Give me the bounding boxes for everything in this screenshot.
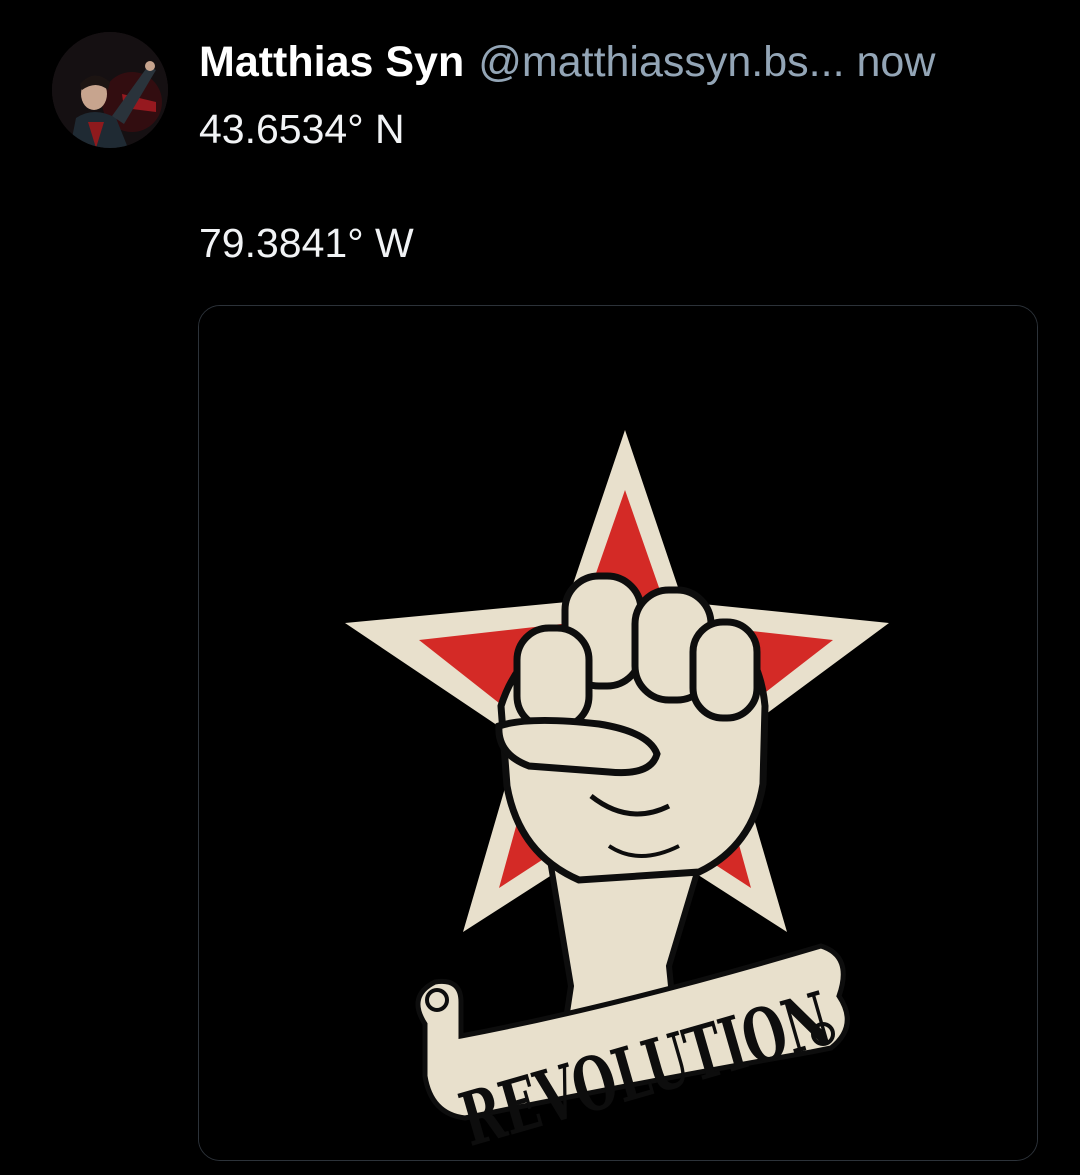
post-text-line: 79.3841° W [199,220,414,266]
author-avatar[interactable] [52,32,168,148]
fist-finger [689,618,761,722]
raised-fist-star-image: REVOLUTION [199,306,1037,1160]
avatar-image [52,32,168,148]
post-image[interactable]: REVOLUTION [198,305,1038,1161]
author-display-name[interactable]: Matthias Syn [199,36,464,88]
fist-finger [513,624,593,732]
post-header: Matthias Syn @matthiassyn.bs... now [199,36,935,88]
post-timestamp[interactable]: now [857,36,936,88]
post: Matthias Syn @matthiassyn.bs... now 43.6… [0,0,1080,1175]
post-text-line: 43.6534° N [199,106,405,152]
author-handle[interactable]: @matthiassyn.bs... [478,36,844,88]
